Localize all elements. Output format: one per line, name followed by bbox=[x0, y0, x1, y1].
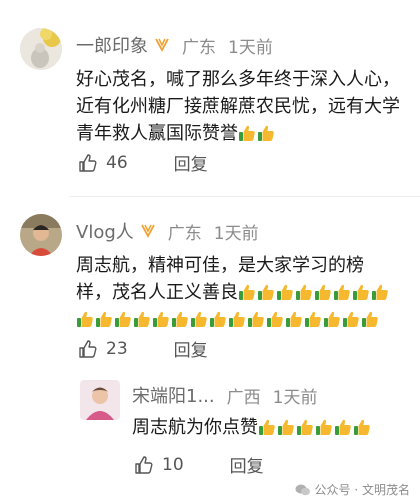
thumbs-up-emoji bbox=[77, 311, 93, 327]
thumbs-up-emoji bbox=[277, 284, 293, 300]
thumbs-up-emojis bbox=[238, 123, 276, 144]
thumbs-up-emoji bbox=[239, 125, 255, 141]
thumbs-up-emoji bbox=[335, 419, 351, 435]
username[interactable]: 一郎印象 bbox=[76, 32, 148, 58]
thumbs-up-emoji bbox=[315, 284, 331, 300]
thumbs-up-emoji bbox=[324, 311, 340, 327]
comment-actions: 23 回复 bbox=[78, 336, 208, 361]
reply-button[interactable]: 回复 bbox=[174, 150, 208, 175]
avatar[interactable] bbox=[20, 214, 62, 256]
thumbs-up-emoji bbox=[210, 311, 226, 327]
thumbs-up-emoji bbox=[354, 419, 370, 435]
thumbs-up-emoji bbox=[229, 311, 245, 327]
thumbs-up-emoji bbox=[258, 125, 274, 141]
timestamp: 1天前 bbox=[213, 223, 259, 244]
reply-text: 周志航为你点赞 bbox=[132, 414, 412, 441]
badge-icon bbox=[155, 38, 169, 52]
thumbs-up-emoji bbox=[305, 311, 321, 327]
comment-meta: Vlog人 广东 1天前 bbox=[76, 218, 259, 244]
reply-actions: 10 回复 bbox=[134, 452, 264, 477]
thumbs-up-emoji bbox=[248, 311, 264, 327]
reply-text-content: 周志航为你点赞 bbox=[132, 417, 258, 438]
thumbs-up-emoji bbox=[362, 311, 378, 327]
comment-text: 周志航，精神可佳，是大家学习的榜样，茂名人正义善良 bbox=[76, 252, 396, 333]
comment-actions: 46 回复 bbox=[78, 150, 208, 175]
like-button[interactable]: 23 bbox=[78, 339, 128, 359]
thumbs-up-emoji bbox=[115, 311, 131, 327]
like-count: 23 bbox=[106, 338, 128, 359]
region: 广西 bbox=[226, 387, 261, 408]
avatar[interactable] bbox=[20, 28, 62, 70]
comment-meta: 一郎印象 广东 1天前 bbox=[76, 32, 273, 58]
thumbs-up-emoji bbox=[239, 284, 255, 300]
thumbs-up-emoji bbox=[278, 419, 294, 435]
watermark: 公众号 · 文明茂名 bbox=[295, 481, 410, 498]
thumbs-up-emoji bbox=[191, 311, 207, 327]
thumbs-up-emoji bbox=[296, 284, 312, 300]
username[interactable]: Vlog人 bbox=[76, 218, 134, 244]
thumbs-up-emoji bbox=[153, 311, 169, 327]
like-count: 10 bbox=[162, 454, 184, 475]
watermark-text: 公众号 · 文明茂名 bbox=[314, 483, 410, 497]
thumbs-up-emoji bbox=[316, 419, 332, 435]
thumbs-up-emoji bbox=[343, 311, 359, 327]
region: 广东 bbox=[167, 223, 202, 244]
timestamp: 1天前 bbox=[228, 37, 273, 58]
thumbs-up-icon bbox=[135, 455, 153, 474]
reply-button[interactable]: 回复 bbox=[230, 452, 264, 477]
comment-text: 好心茂名，喊了那么多年终于深入人心，近有化州糖厂接蔗解蔗农民忧，远有大学青年救人… bbox=[76, 66, 406, 147]
badge-icon bbox=[140, 224, 155, 238]
thumbs-up-emoji bbox=[134, 311, 150, 327]
thumbs-up-emoji bbox=[96, 311, 112, 327]
thumbs-up-emoji bbox=[334, 284, 350, 300]
thumbs-up-emoji bbox=[172, 311, 188, 327]
avatar[interactable] bbox=[80, 380, 120, 420]
reply-meta: 宋端阳1... 广西 1天前 bbox=[132, 382, 317, 408]
reply-button[interactable]: 回复 bbox=[174, 336, 208, 361]
thumbs-up-emoji bbox=[258, 284, 274, 300]
thumbs-up-emoji bbox=[372, 284, 388, 300]
divider bbox=[70, 196, 420, 197]
like-count: 46 bbox=[106, 152, 128, 173]
thumbs-up-icon bbox=[79, 153, 97, 172]
wechat-icon bbox=[295, 484, 310, 495]
like-button[interactable]: 46 bbox=[78, 153, 128, 173]
thumbs-up-emojis bbox=[258, 417, 372, 438]
timestamp: 1天前 bbox=[272, 387, 318, 408]
region: 广东 bbox=[182, 37, 216, 58]
thumbs-up-emoji bbox=[297, 419, 313, 435]
thumbs-up-emoji bbox=[259, 419, 275, 435]
thumbs-up-emoji bbox=[267, 311, 283, 327]
username[interactable]: 宋端阳1... bbox=[132, 382, 215, 408]
thumbs-up-emoji bbox=[286, 311, 302, 327]
thumbs-up-icon bbox=[79, 339, 97, 358]
like-button[interactable]: 10 bbox=[134, 455, 184, 475]
thumbs-up-emoji bbox=[353, 284, 369, 300]
